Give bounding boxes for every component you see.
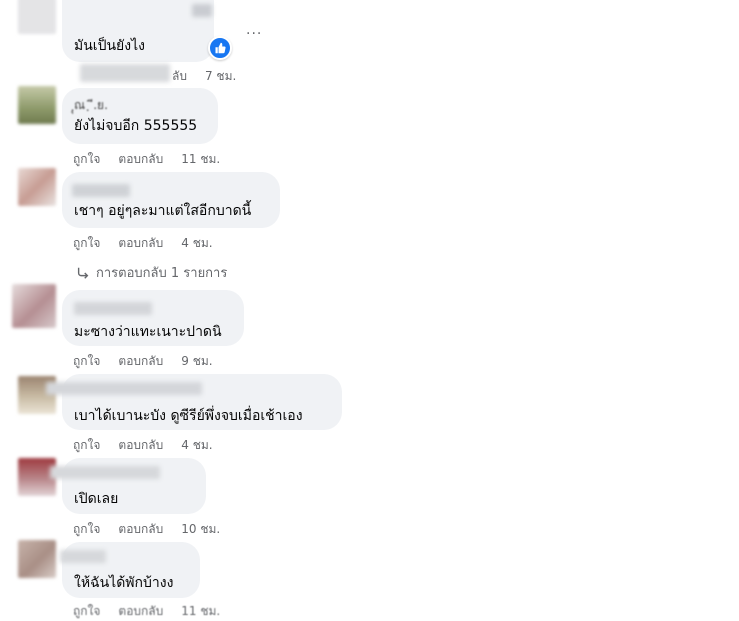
author-name[interactable] bbox=[60, 550, 106, 563]
reply-button[interactable]: ตอบกลับ bbox=[118, 352, 163, 371]
comment-actions: ถูกใจ ตอบกลับ 9 ชม. bbox=[73, 352, 213, 371]
comment-actions: ถูกใจ ตอบกลับ 11 ชม. bbox=[73, 602, 220, 621]
comment-actions: ถูกใจ ตอบกลับ 4 ชม. bbox=[73, 234, 213, 253]
timestamp: 4 ชม. bbox=[181, 438, 213, 452]
comment-bubble: เบาได้เบานะบัง ดูซีรีย์พึ่งจบเมื่อเช้าเอ… bbox=[46, 374, 342, 430]
reply-button[interactable]: ตอบกลับ bbox=[118, 150, 163, 169]
reply-button[interactable]: ตอบกลับ bbox=[118, 436, 163, 455]
avatar[interactable] bbox=[12, 284, 56, 328]
like-button[interactable]: ถูกใจ bbox=[73, 352, 100, 371]
timestamp: 11 ชม. bbox=[181, 604, 221, 618]
comment-bubble: มันเป็นยังไง bbox=[62, 0, 214, 62]
comment-text: ยังไม่จบอีก 555555 bbox=[74, 118, 198, 134]
author-name[interactable] bbox=[74, 302, 152, 315]
comment-text: มะซางว่าแทะเนาะปาดนิ bbox=[74, 324, 222, 340]
thumbs-up-icon bbox=[215, 42, 226, 54]
author-name[interactable] bbox=[50, 466, 160, 479]
timestamp: 7 ชม. bbox=[204, 69, 237, 83]
comment-bubble: ให้ฉันได้พักบ้างง bbox=[60, 542, 200, 598]
view-replies-label: การตอบกลับ 1 รายการ bbox=[96, 266, 228, 281]
timestamp: 4 ชม. bbox=[181, 236, 213, 250]
comment-actions: ถูกใจ ตอบกลับ 4 ชม. bbox=[73, 436, 213, 455]
reply-tail[interactable]: ลับ bbox=[172, 67, 187, 86]
author-name-partial[interactable]: ฺุณ ฺ ี.ย. bbox=[74, 96, 108, 114]
reply-button[interactable]: ตอบกลับ bbox=[118, 520, 163, 539]
reply-arrow-icon bbox=[77, 267, 89, 279]
comment-text: เชาๆ อยู่ๆละมาแต่ใสอีกบาดนี้ bbox=[74, 203, 252, 219]
comment-bubble: เปิดเลย bbox=[50, 458, 206, 514]
more-options-icon[interactable]: ··· bbox=[246, 26, 262, 42]
like-button[interactable]: ถูกใจ bbox=[73, 234, 100, 253]
avatar[interactable] bbox=[18, 0, 56, 34]
author-name[interactable] bbox=[46, 382, 202, 395]
like-button[interactable]: ถูกใจ bbox=[73, 436, 100, 455]
like-button[interactable]: ถูกใจ bbox=[73, 602, 100, 621]
comment-text: ให้ฉันได้พักบ้างง bbox=[74, 575, 174, 591]
like-button[interactable]: ถูกใจ bbox=[73, 150, 100, 169]
avatar[interactable] bbox=[18, 168, 56, 206]
timestamp: 11 ชม. bbox=[181, 152, 221, 166]
reply-button[interactable]: ตอบกลับ bbox=[118, 234, 163, 253]
timestamp: 10 ชม. bbox=[181, 522, 221, 536]
view-replies-link[interactable]: การตอบกลับ 1 รายการ bbox=[76, 262, 227, 283]
comment-text: เบาได้เบานะบัง ดูซีรีย์พึ่งจบเมื่อเช้าเอ… bbox=[74, 408, 303, 424]
author-name[interactable] bbox=[192, 4, 212, 17]
comment-actions: ลับ 7 ชม. bbox=[172, 67, 236, 86]
avatar[interactable] bbox=[18, 86, 56, 124]
comment-text: เปิดเลย bbox=[74, 491, 119, 507]
comment-text: มันเป็นยังไง bbox=[74, 38, 145, 54]
like-reaction-badge[interactable] bbox=[208, 36, 232, 60]
comment-actions: ถูกใจ ตอบกลับ 11 ชม. bbox=[73, 150, 220, 169]
comment-bubble: มะซางว่าแทะเนาะปาดนิ bbox=[62, 290, 244, 346]
avatar[interactable] bbox=[18, 540, 56, 578]
timestamp: 9 ชม. bbox=[181, 354, 213, 368]
author-name[interactable] bbox=[80, 64, 170, 82]
comment-bubble: เชาๆ อยู่ๆละมาแต่ใสอีกบาดนี้ bbox=[62, 172, 280, 228]
author-name[interactable] bbox=[72, 184, 130, 197]
like-button[interactable]: ถูกใจ bbox=[73, 520, 100, 539]
reply-button[interactable]: ตอบกลับ bbox=[118, 602, 163, 621]
comment-bubble: ฺุณ ฺ ี.ย. ยังไม่จบอีก 555555 bbox=[62, 88, 218, 144]
comment-actions: ถูกใจ ตอบกลับ 10 ชม. bbox=[73, 520, 220, 539]
